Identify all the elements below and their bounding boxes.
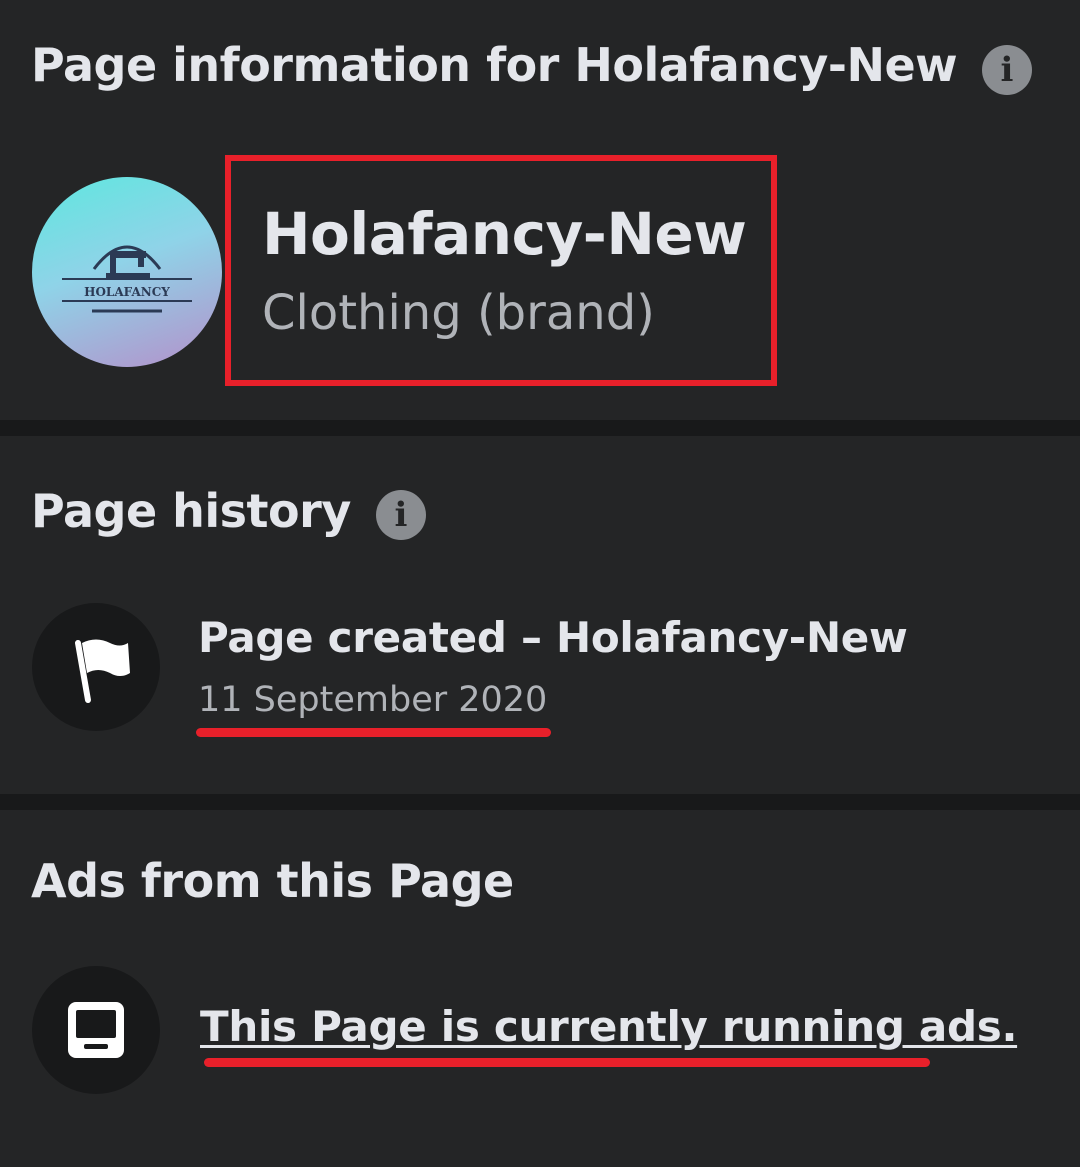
page-category: Clothing (brand) bbox=[262, 285, 655, 341]
info-icon[interactable]: i bbox=[982, 45, 1032, 95]
page-information-section: Page information for Holafancy-New i HOL… bbox=[0, 0, 1080, 420]
info-icon[interactable]: i bbox=[376, 490, 426, 540]
ad-icon-circle bbox=[32, 966, 160, 1094]
flag-icon bbox=[75, 639, 130, 703]
page-transparency-panel: Page information for Holafancy-New i HOL… bbox=[0, 0, 1080, 1167]
section-divider bbox=[0, 794, 1080, 810]
page-created-label: Page created – Holafancy-New bbox=[198, 613, 908, 662]
svg-text:HOLAFANCY: HOLAFANCY bbox=[84, 285, 170, 299]
page-history-title: Page history bbox=[31, 484, 351, 538]
page-created-date: 11 September 2020 bbox=[198, 680, 548, 720]
section-divider bbox=[0, 420, 1080, 436]
page-information-title: Page information for Holafancy-New bbox=[31, 38, 958, 92]
ads-annotation-underline bbox=[204, 1058, 930, 1067]
ads-section: Ads from this Page bbox=[0, 810, 1080, 1167]
ads-section-title: Ads from this Page bbox=[31, 854, 514, 908]
ad-screen-icon bbox=[68, 1002, 124, 1058]
flag-icon-circle bbox=[32, 603, 160, 731]
avatar[interactable]: HOLAFANCY bbox=[32, 177, 222, 367]
page-name[interactable]: Holafancy-New bbox=[262, 200, 747, 268]
sewing-machine-logo-icon: HOLAFANCY bbox=[62, 245, 192, 313]
name-highlight-box bbox=[225, 155, 777, 386]
running-ads-link[interactable]: This Page is currently running ads. bbox=[200, 1002, 1017, 1051]
date-annotation-underline bbox=[196, 728, 551, 737]
